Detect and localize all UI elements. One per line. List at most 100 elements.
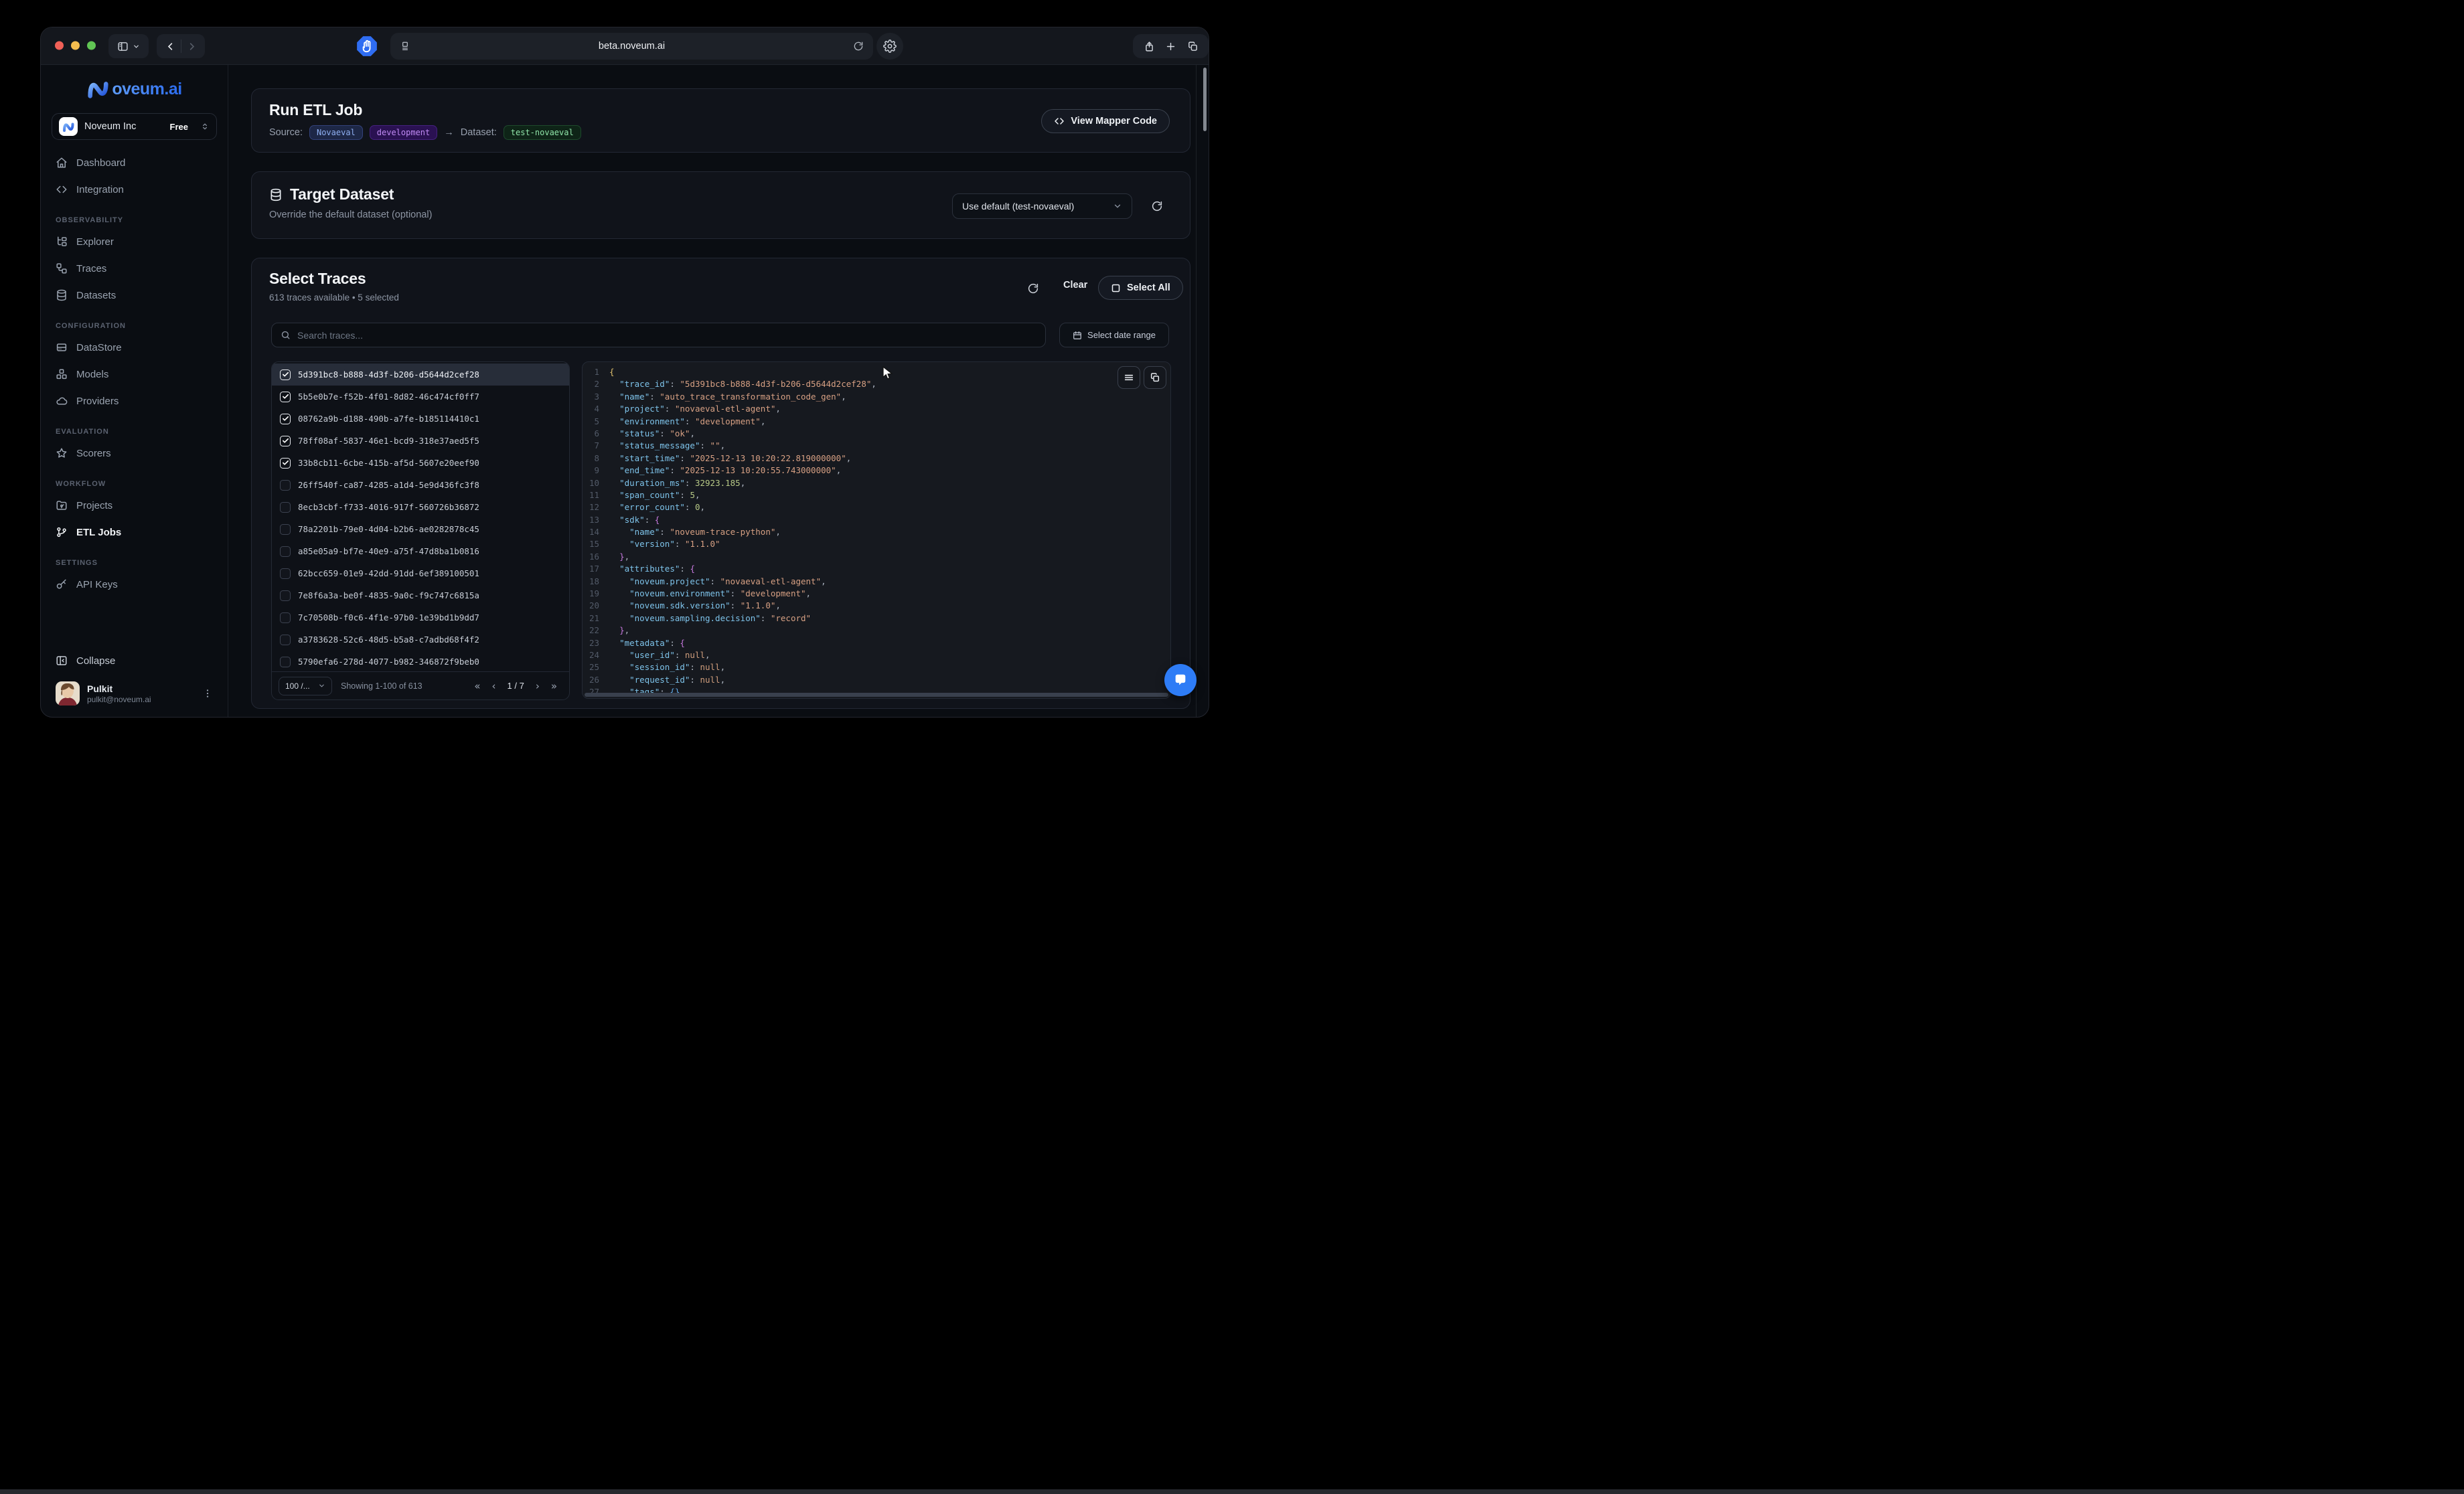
checkbox-unchecked-icon[interactable]	[280, 590, 291, 601]
sidebar-item-integration[interactable]: Integration	[49, 176, 220, 203]
line-number: 22	[583, 625, 609, 637]
new-tab-icon[interactable]	[1165, 41, 1176, 52]
next-page-button[interactable]: ›	[536, 680, 540, 692]
dataset-label: Dataset:	[461, 127, 497, 138]
refresh-datasets-button[interactable]	[1151, 200, 1163, 212]
checkbox-unchecked-icon[interactable]	[280, 635, 291, 645]
trace-row[interactable]: 26ff540f-ca87-4285-a1d4-5e9d436fc3f8	[272, 474, 569, 496]
sidebar-item-api-keys[interactable]: API Keys	[49, 571, 220, 598]
trace-row[interactable]: 78ff08af-5837-46e1-bcd9-318e37aed5f5	[272, 430, 569, 452]
sidebar-item-models[interactable]: Models	[49, 361, 220, 388]
checkbox-checked-icon[interactable]	[280, 414, 291, 424]
checkbox-unchecked-icon[interactable]	[280, 524, 291, 535]
checkbox-unchecked-icon[interactable]	[280, 546, 291, 557]
checkbox-checked-icon[interactable]	[280, 369, 291, 380]
date-range-button[interactable]: Select date range	[1059, 323, 1169, 347]
sidebar-toggle-button[interactable]	[108, 34, 149, 58]
chat-widget-button[interactable]	[1164, 664, 1197, 696]
url-text[interactable]: beta.noveum.ai	[410, 41, 853, 52]
user-menu[interactable]: Pulkit pulkit@noveum.ai	[49, 678, 220, 709]
reload-icon[interactable]	[853, 41, 864, 52]
trace-rows: 5d391bc8-b888-4d3f-b206-d5644d2cef285b5e…	[272, 362, 569, 671]
sidebar-item-datastore[interactable]: DataStore	[49, 334, 220, 361]
run-etl-job-card: Run ETL Job Source: Novaeval development…	[251, 88, 1190, 153]
sidebar-item-label: Dashboard	[76, 157, 125, 169]
page-scrollbar-thumb[interactable]	[1203, 68, 1207, 131]
org-selector[interactable]: Noveum Inc Free	[52, 113, 217, 140]
shield-extension-icon[interactable]	[356, 35, 378, 58]
sidebar-item-label: Traces	[76, 263, 106, 274]
sidebar-nav: DashboardIntegrationOBSERVABILITYExplore…	[41, 147, 228, 598]
forward-icon[interactable]	[187, 42, 197, 52]
chevron-down-icon	[318, 682, 325, 689]
first-page-button[interactable]: «	[474, 680, 480, 692]
sidebar-item-providers[interactable]: Providers	[49, 388, 220, 414]
sidebar-item-projects[interactable]: Projects	[49, 492, 220, 519]
maximize-window-button[interactable]	[87, 42, 96, 50]
tabs-overview-icon[interactable]	[1187, 41, 1199, 52]
trace-row[interactable]: a3783628-52c6-48d5-b5a8-c7adbd68f4f2	[272, 629, 569, 651]
trace-row[interactable]: 33b8cb11-6cbe-415b-af5d-5607e20eef90	[272, 452, 569, 474]
trace-row[interactable]: 5d391bc8-b888-4d3f-b206-d5644d2cef28	[272, 363, 569, 386]
search-traces-input[interactable]: Search traces...	[271, 323, 1046, 347]
line-number: 19	[583, 588, 609, 600]
code-line: 17 "attributes": {	[583, 563, 1170, 575]
sidebar-item-scorers[interactable]: Scorers	[49, 440, 220, 467]
trace-row[interactable]: 62bcc659-01e9-42dd-91dd-6ef389100501	[272, 562, 569, 584]
view-mapper-code-button[interactable]: View Mapper Code	[1041, 109, 1170, 133]
trace-row[interactable]: 08762a9b-d188-490b-a7fe-b185114410c1	[272, 408, 569, 430]
checkbox-unchecked-icon[interactable]	[280, 502, 291, 513]
trace-row[interactable]: 78a2201b-79e0-4d04-b2b6-ae0282878c45	[272, 518, 569, 540]
trace-row[interactable]: 7c70508b-f0c6-4f1e-97b0-1e39bd1b9dd7	[272, 606, 569, 629]
share-icon[interactable]	[1144, 41, 1155, 52]
checkbox-unchecked-icon[interactable]	[280, 612, 291, 623]
page-size-select[interactable]: 100 /...	[279, 677, 332, 695]
close-window-button[interactable]	[55, 42, 64, 50]
sidebar-item-label: API Keys	[76, 579, 118, 590]
checkbox-unchecked-icon[interactable]	[280, 657, 291, 667]
trace-row[interactable]: 7e8f6a3a-be0f-4835-9a0c-f9c747c6815a	[272, 584, 569, 606]
gear-icon	[883, 39, 897, 53]
trace-row[interactable]: 8ecb3cbf-f733-4016-917f-560726b36872	[272, 496, 569, 518]
kebab-menu-icon[interactable]	[202, 688, 213, 699]
prev-page-button[interactable]: ‹	[492, 680, 496, 692]
search-placeholder: Search traces...	[297, 330, 363, 341]
trace-row[interactable]: a85e05a9-bf7e-40e9-a75f-47d8ba1b0816	[272, 540, 569, 562]
json-code: 1{2 "trace_id": "5d391bc8-b888-4d3f-b206…	[583, 362, 1170, 699]
refresh-traces-button[interactable]	[1027, 282, 1039, 295]
browser-settings-button[interactable]	[876, 33, 903, 60]
page-indicator: 1 / 7	[508, 681, 524, 691]
sidebar-item-datasets[interactable]: Datasets	[49, 282, 220, 309]
checkbox-checked-icon[interactable]	[280, 458, 291, 469]
trace-id: 33b8cb11-6cbe-415b-af5d-5607e20eef90	[298, 458, 479, 468]
trace-row[interactable]: 5790efa6-278d-4077-b982-346872f9beb0	[272, 651, 569, 673]
url-bar[interactable]: beta.noveum.ai	[390, 33, 873, 60]
checkbox-unchecked-icon[interactable]	[280, 480, 291, 491]
sidebar-item-traces[interactable]: Traces	[49, 255, 220, 282]
sidebar-item-dashboard[interactable]: Dashboard	[49, 149, 220, 176]
code-line: 5 "environment": "development",	[583, 416, 1170, 428]
back-icon[interactable]	[165, 42, 175, 52]
trace-id: 78a2201b-79e0-4d04-b2b6-ae0282878c45	[298, 524, 479, 534]
trace-id: 62bcc659-01e9-42dd-91dd-6ef389100501	[298, 568, 479, 578]
reader-icon[interactable]	[400, 41, 410, 52]
sidebar-collapse-button[interactable]: Collapse	[49, 647, 220, 674]
minimize-window-button[interactable]	[71, 42, 80, 50]
horizontal-scrollbar[interactable]	[585, 693, 1168, 697]
sidebar-item-explorer[interactable]: Explorer	[49, 228, 220, 255]
code-line: 11 "span_count": 5,	[583, 489, 1170, 501]
sidebar-item-etl-jobs[interactable]: ETL Jobs	[49, 519, 220, 546]
code-line: 6 "status": "ok",	[583, 428, 1170, 440]
last-page-button[interactable]: »	[551, 680, 557, 692]
dataset-dropdown[interactable]: Use default (test-novaeval)	[952, 193, 1132, 219]
clear-button[interactable]: Clear	[1063, 280, 1087, 290]
copy-json-button[interactable]	[1144, 366, 1166, 389]
trace-row[interactable]: 5b5e0b7e-f52b-4f01-8d82-46c474cf0ff7	[272, 386, 569, 408]
checkbox-checked-icon[interactable]	[280, 392, 291, 402]
checkbox-checked-icon[interactable]	[280, 436, 291, 446]
checkbox-unchecked-icon[interactable]	[280, 568, 291, 579]
select-all-label: Select All	[1127, 282, 1170, 293]
wrap-lines-button[interactable]	[1118, 366, 1140, 389]
select-all-button[interactable]: Select All	[1098, 276, 1183, 300]
trace-id: 7e8f6a3a-be0f-4835-9a0c-f9c747c6815a	[298, 590, 479, 600]
